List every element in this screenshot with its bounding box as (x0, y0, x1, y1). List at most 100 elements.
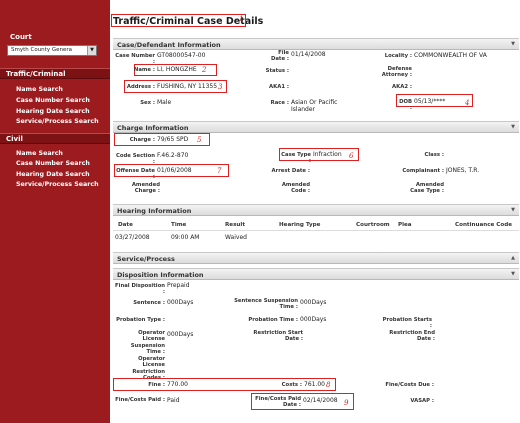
fine-costs-paid-date-value: 02/14/2008 (303, 397, 338, 404)
column-header-time: Time (171, 222, 187, 228)
vasap-label: VASAP : (410, 398, 434, 404)
hearing-date-cell: 03/27/2008 (115, 234, 150, 241)
sidebar-traffic-case-number-search[interactable]: Case Number Search (16, 97, 90, 104)
sex-label: Sex : (140, 100, 155, 106)
fine-value: 770.00 (167, 381, 188, 388)
service-section-title: Service/Process (117, 255, 175, 263)
annotation-number: 7 (217, 167, 222, 175)
costs-label: Costs : (281, 382, 302, 388)
sex-value: Male (157, 99, 172, 106)
court-label: Court (10, 33, 32, 41)
collapse-icon[interactable]: ▼ (511, 41, 515, 47)
sentence-label: Sentence : (133, 300, 165, 306)
aka2-label: AKA2 : (392, 84, 412, 90)
civil-header: Civil (0, 133, 110, 144)
annotation-number: 3 (218, 83, 223, 91)
collapse-icon[interactable]: ▼ (511, 124, 515, 130)
race-value: Asian Or Pacific Islander (291, 99, 338, 113)
sidebar-traffic-name-search[interactable]: Name Search (16, 86, 63, 93)
collapse-icon[interactable]: ▼ (511, 271, 515, 277)
collapse-icon[interactable]: ▼ (511, 207, 515, 213)
probation-type-label: Probation Type : (116, 317, 165, 323)
restriction-start-label: Restriction Start Date : (253, 330, 303, 343)
expand-icon[interactable]: ▲ (511, 255, 515, 261)
column-header-hearing-type: Hearing Type (279, 222, 321, 228)
charge-section-header[interactable]: Charge Information ▼ (113, 121, 519, 133)
probation-starts-label: Probation Starts : (382, 317, 432, 330)
hearing-time-cell: 09:00 AM (171, 234, 200, 241)
sidebar-civil-hearing-date-search[interactable]: Hearing Date Search (16, 171, 90, 178)
status-label: Status : (265, 68, 289, 74)
sidebar-traffic-hearing-date-search[interactable]: Hearing Date Search (16, 108, 90, 115)
column-header-plea: Plea (398, 222, 412, 228)
traffic-criminal-header: Traffic/Criminal (0, 68, 110, 79)
divider (113, 230, 519, 231)
address-label: Address : (126, 84, 155, 90)
final-disposition-value: Prepaid (167, 282, 190, 289)
case-type-label: Case Type : (281, 152, 311, 165)
column-header-date: Date (118, 222, 133, 228)
locality-value: COMMONWEALTH OF VA (414, 52, 487, 59)
case-number-value: GT08000547-00 (157, 52, 206, 59)
operator-license-suspension-label: Operator License Suspension Time : (130, 330, 165, 355)
fine-label: Fine : (148, 382, 165, 388)
offense-date-value: 01/06/2008 (157, 167, 192, 174)
amended-charge-label: Amended Charge : (131, 182, 160, 195)
sentence-suspension-value: 000Days (300, 299, 327, 306)
sidebar-civil-case-number-search[interactable]: Case Number Search (16, 160, 90, 167)
fine-costs-due-label: Fine/Costs Due : (385, 382, 434, 388)
file-date-label: File Date : (270, 50, 289, 63)
annotation-number: 6 (349, 152, 354, 160)
probation-time-label: Probation Time : (248, 317, 298, 323)
final-disposition-label: Final Disposition : (115, 283, 165, 296)
sidebar-civil-name-search[interactable]: Name Search (16, 150, 63, 157)
offense-date-label: Offense Date : (116, 168, 155, 181)
annotation-number: 4 (465, 99, 470, 107)
locality-label: Locality : (384, 53, 412, 59)
annotation-number: 1 (239, 15, 244, 23)
amended-case-type-label: Amended Case Type : (410, 182, 444, 195)
dob-value: 05/13/**** (414, 98, 446, 105)
fine-costs-paid-date-label: Fine/Costs Paid Date : (255, 396, 301, 409)
chevron-down-icon: ▼ (87, 46, 96, 55)
annotation-number: 8 (326, 381, 331, 389)
hearing-section-header[interactable]: Hearing Information ▼ (113, 204, 519, 216)
charge-label: Charge : (129, 137, 155, 143)
costs-value: 761.00 (304, 381, 325, 388)
fine-costs-paid-label: Fine/Costs Paid : (115, 397, 165, 403)
column-header-courtroom: Courtroom (356, 222, 390, 228)
column-header-result: Result (225, 222, 246, 228)
court-select-value: Smyth County Genera (11, 47, 72, 53)
case-section-title: Case/Defendant Information (117, 41, 221, 49)
name-label: Name : (133, 67, 155, 73)
court-select[interactable]: Smyth County Genera ▼ (7, 45, 97, 56)
charge-section-title: Charge Information (117, 124, 189, 132)
defense-attorney-label: Defense Attorney : (381, 66, 412, 79)
sidebar-traffic-service-process-search[interactable]: Service/Process Search (16, 118, 99, 125)
disposition-section-header[interactable]: Disposition Information ▼ (113, 268, 519, 280)
annotation-number: 2 (202, 66, 207, 74)
hearing-section-title: Hearing Information (117, 207, 192, 215)
code-section-value: F.46.2-870 (157, 152, 189, 159)
file-date-value: 01/14/2008 (291, 51, 326, 58)
class-label: Class : (424, 152, 444, 158)
address-value: FUSHING, NY 11355 (157, 83, 218, 90)
name-value: LI, HONGZHE (157, 66, 197, 73)
amended-code-label: Amended Code : (281, 182, 310, 195)
annotation-box-title (111, 14, 246, 27)
traffic-criminal-label: Traffic/Criminal (6, 70, 66, 78)
annotation-number: 9 (344, 399, 349, 407)
race-label: Race : (270, 100, 289, 106)
civil-label: Civil (6, 135, 23, 143)
arrest-date-label: Arrest Date : (271, 168, 310, 174)
sidebar-civil-service-process-search[interactable]: Service/Process Search (16, 181, 99, 188)
disposition-section-title: Disposition Information (117, 271, 204, 279)
sidebar: Court Smyth County Genera ▼ Traffic/Crim… (0, 0, 110, 423)
service-section-header[interactable]: Service/Process ▲ (113, 252, 519, 264)
aka1-label: AKA1 : (269, 84, 289, 90)
sentence-suspension-label: Sentence Suspension Time : (234, 298, 298, 311)
case-section-header[interactable]: Case/Defendant Information ▼ (113, 38, 519, 50)
complainant-label: Complainant : (402, 168, 444, 174)
case-type-value: Infraction (313, 151, 342, 158)
operator-license-suspension-value: 000Days (167, 331, 194, 338)
